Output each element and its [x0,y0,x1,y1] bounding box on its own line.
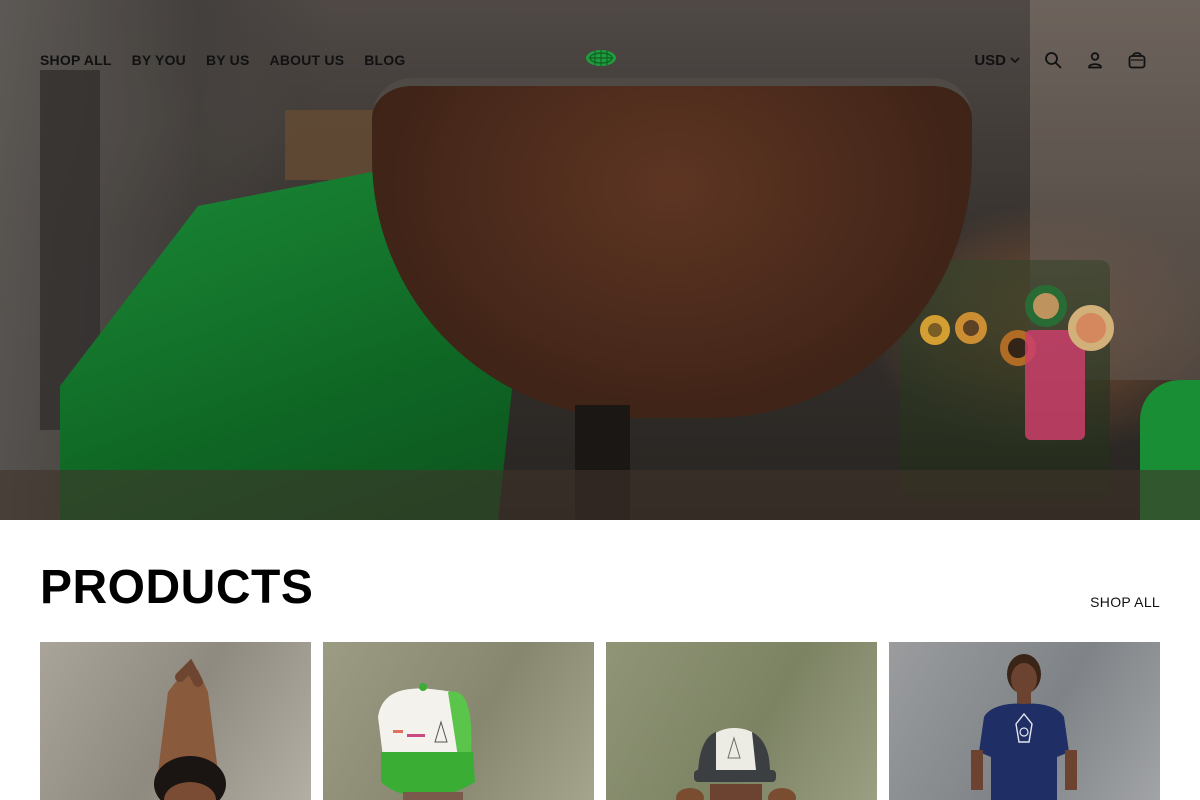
product-card[interactable] [323,642,594,800]
product-image [154,658,226,800]
logo-icon [586,50,616,66]
search-button[interactable] [1042,48,1064,72]
product-card[interactable] [40,642,311,800]
nav-by-you[interactable]: BY YOU [132,52,186,68]
product-image [676,728,796,800]
nav-shop-all[interactable]: SHOP ALL [40,52,112,68]
nav-blog[interactable]: BLOG [364,52,405,68]
search-icon [1045,52,1062,69]
products-section: PRODUCTS SHOP ALL [0,520,1200,800]
site-logo[interactable] [585,49,617,67]
currency-selector[interactable]: USD [974,52,1020,69]
cart-button[interactable] [1126,48,1148,72]
currency-label: USD [974,51,1006,69]
main-nav: SHOP ALL BY YOU BY US ABOUT US BLOG [40,52,406,68]
chevron-down-icon [1010,56,1020,63]
header-utilities: USD [974,48,1148,72]
account-icon [1088,52,1102,69]
product-image [971,654,1077,800]
nav-by-us[interactable]: BY US [206,52,250,68]
product-grid [40,642,1160,800]
account-button[interactable] [1084,48,1106,72]
shop-all-link[interactable]: SHOP ALL [1090,594,1160,610]
cart-icon [1128,52,1146,69]
product-card[interactable] [606,642,877,800]
products-heading: PRODUCTS [40,561,314,614]
nav-about-us[interactable]: ABOUT US [270,52,345,68]
site-header: SHOP ALL BY YOU BY US ABOUT US BLOG USD [0,0,1200,120]
product-card[interactable] [889,642,1160,800]
product-image [378,683,475,800]
